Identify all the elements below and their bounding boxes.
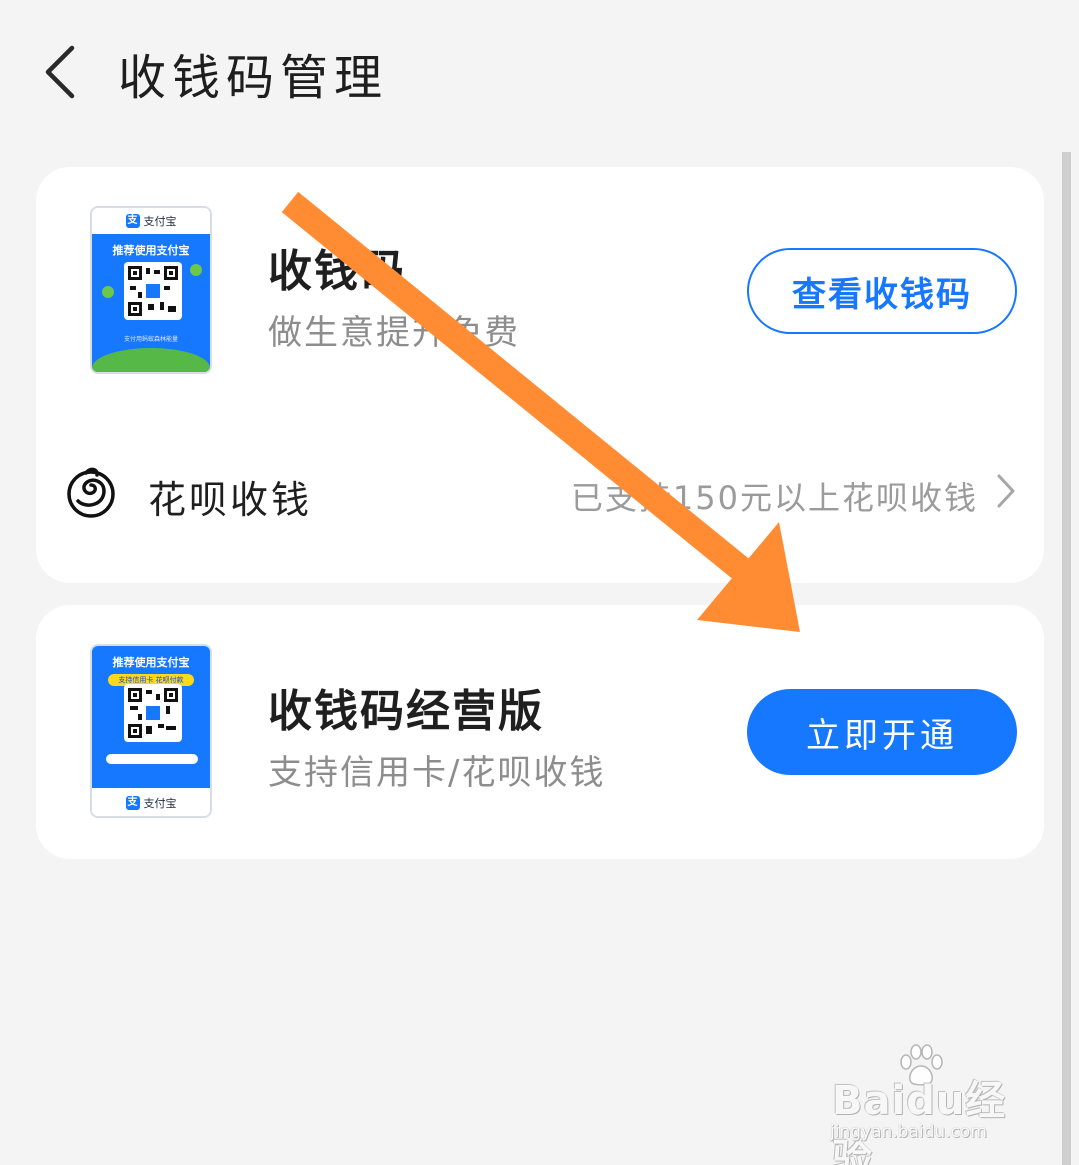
qr-code-icon [124,684,182,742]
thumbnail-strip [106,754,198,764]
qr-code-icon [124,262,182,320]
qr-code-card: 支 支付宝 推荐使用支付宝 支付用蚂蚁森林能量 收钱码 做生意提升免费 查看收钱… [36,167,1044,583]
decoration-icon [102,286,114,298]
landscape-illustration [92,348,210,372]
thumbnail-brand: 支付宝 [143,797,177,810]
business-qr-code-subtitle: 支持信用卡/花呗收钱 [268,753,606,793]
huabei-status: 已支持150元以上花呗收钱 [570,479,978,517]
qr-code-subtitle: 做生意提升免费 [268,313,520,353]
decoration-icon [190,264,202,276]
back-button[interactable] [34,40,86,104]
huabei-payment-row[interactable]: 花呗收钱 已支持150元以上花呗收钱 [36,457,1044,539]
alipay-logo-icon: 支 [125,214,140,228]
thumbnail-poster: 推荐使用支付宝 支付用蚂蚁森林能量 [92,234,210,372]
view-qr-code-button[interactable]: 查看收钱码 [747,248,1017,334]
thumbnail-brand-bar: 支 支付宝 [92,208,210,234]
qr-code-title: 收钱码 [268,246,406,297]
alipay-logo-icon: 支 [125,796,140,810]
chevron-left-icon [45,45,75,99]
business-qr-code-title: 收钱码经营版 [268,686,544,737]
watermark: Baidu经验 jingyan.baidu.com [824,1040,1034,1165]
thumbnail-poster: 推荐使用支付宝 支持信用卡 花呗付款 [92,646,210,788]
page: 收钱码管理 支 支付宝 推荐使用支付宝 支付用蚂蚁森林能量 收钱码 做生意提升免… [0,0,1079,1165]
business-qr-code-thumbnail: 推荐使用支付宝 支持信用卡 花呗付款 支 支付宝 [90,644,212,818]
chevron-right-icon [997,474,1015,508]
huabei-label: 花呗收钱 [148,478,313,522]
watermark-url: jingyan.baidu.com [830,1122,987,1142]
scrollbar[interactable] [1062,152,1071,1165]
thumbnail-headline: 推荐使用支付宝 [112,244,190,257]
page-title: 收钱码管理 [118,50,389,106]
thumbnail-caption: 支付用蚂蚁森林能量 [123,336,178,343]
watermark-brand: Baidu经验 [832,1078,1007,1165]
thumbnail-brand: 支付宝 [143,215,177,228]
thumbnail-headline: 推荐使用支付宝 [112,656,190,669]
activate-now-button[interactable]: 立即开通 [747,689,1017,775]
business-qr-code-card: 推荐使用支付宝 支持信用卡 花呗付款 支 支付宝 收钱码经营版 支持信用卡/花呗… [36,605,1044,859]
huabei-icon [67,467,115,518]
thumbnail-brand-bar: 支 支付宝 [92,788,210,816]
qr-code-thumbnail: 支 支付宝 推荐使用支付宝 支付用蚂蚁森林能量 [90,206,212,374]
